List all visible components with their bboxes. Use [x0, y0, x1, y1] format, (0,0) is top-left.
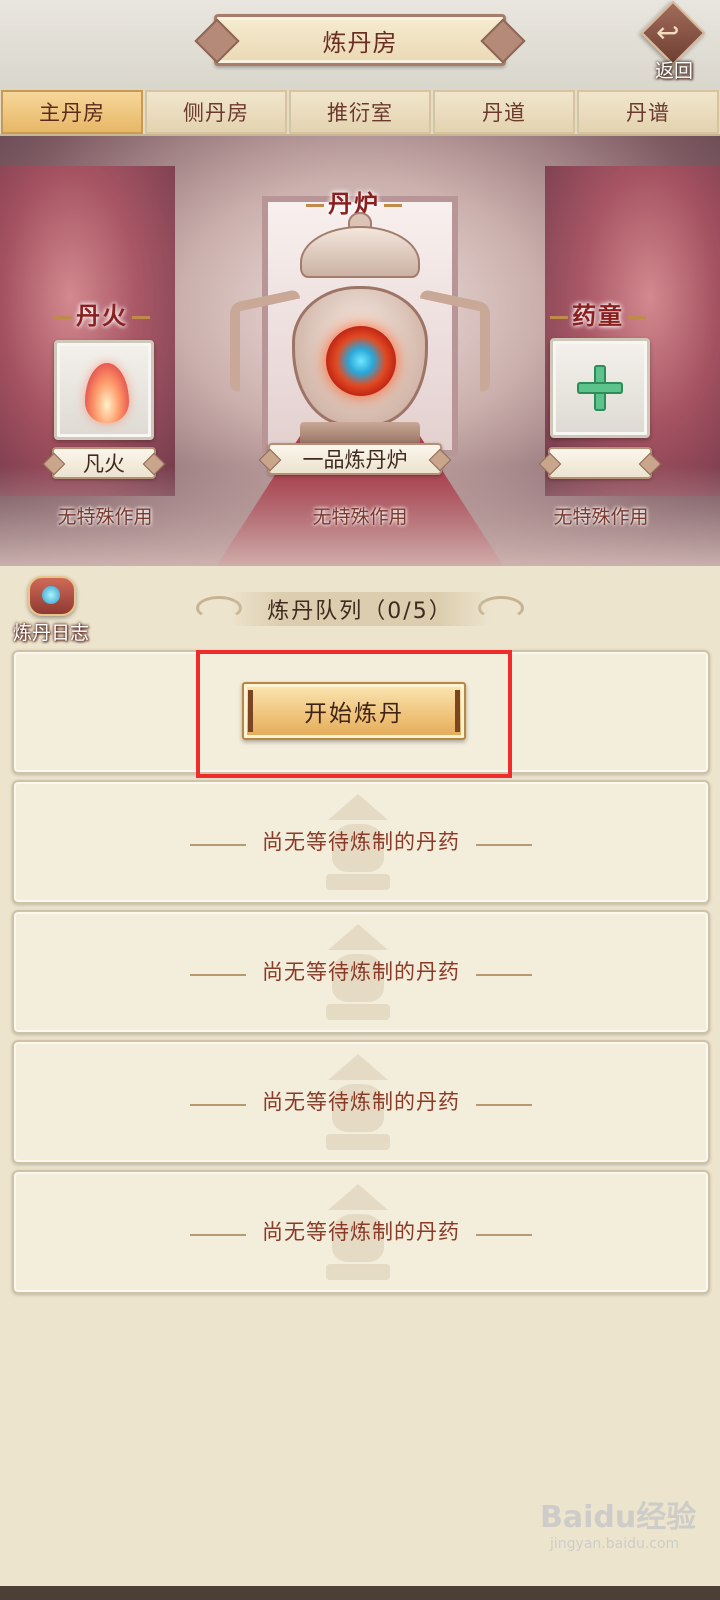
empty-slot-text: 尚无等待炼制的丹药	[262, 830, 460, 854]
tab-alchemy-dao[interactable]: 丹道	[433, 90, 575, 134]
furnace-core-orb-icon	[326, 326, 396, 396]
gem-icon	[42, 586, 60, 604]
fire-name-plate: 凡火	[52, 447, 156, 479]
tab-bar: 主丹房 侧丹房 推衍室 丹道 丹谱	[0, 90, 720, 136]
attendant-title: 药童	[546, 296, 650, 331]
furnace-right-handle	[420, 288, 490, 394]
tab-recipes[interactable]: 丹谱	[577, 90, 719, 134]
tab-main-room[interactable]: 主丹房	[1, 90, 143, 134]
queue-slot-empty: 尚无等待炼制的丹药	[12, 910, 710, 1034]
tab-deduction-room[interactable]: 推衍室	[289, 90, 431, 134]
back-button[interactable]: ↩ 返回	[638, 0, 710, 82]
plus-icon	[575, 363, 625, 413]
queue-slot-empty: 尚无等待炼制的丹药	[12, 780, 710, 904]
back-arrow-icon: ↩	[656, 16, 680, 49]
furnace-name: 一品炼丹炉	[302, 448, 408, 472]
furnace-left-handle	[230, 288, 300, 394]
tab-side-room[interactable]: 侧丹房	[145, 90, 287, 134]
alchemy-journal-button[interactable]: 炼丹日志	[4, 576, 98, 646]
queue-slot-empty: 尚无等待炼制的丹药	[12, 1170, 710, 1294]
attendant-name-plate	[548, 447, 652, 479]
fire-slot[interactable]	[54, 340, 154, 440]
baidu-url: jingyan.baidu.com	[550, 1536, 680, 1552]
back-label: 返回	[654, 60, 693, 82]
furnace-effect: 无特殊作用	[312, 506, 408, 528]
top-header: 炼丹房 ↩ 返回	[0, 0, 720, 90]
empty-slot-text: 尚无等待炼制的丹药	[262, 1090, 460, 1114]
baidu-watermark: Baidu经验 jingyan.baidu.com	[540, 1492, 710, 1552]
empty-slot-text: 尚无等待炼制的丹药	[262, 1220, 460, 1244]
title-plate: 炼丹房	[214, 14, 506, 66]
bottom-bar	[0, 1586, 720, 1600]
fire-title: 丹火	[50, 296, 154, 331]
fire-effect: 无特殊作用	[57, 506, 153, 528]
baidu-logo: Baidu经验	[540, 1500, 697, 1535]
start-alchemy-button[interactable]: 开始炼丹	[242, 682, 466, 740]
queue-slot-empty: 尚无等待炼制的丹药	[12, 1040, 710, 1164]
furnace[interactable]	[230, 212, 490, 466]
furnace-name-plate: 一品炼丹炉	[268, 443, 442, 475]
start-alchemy-label: 开始炼丹	[304, 701, 404, 727]
journal-label: 炼丹日志	[12, 622, 89, 644]
queue-header: 炼丹队列（0/5）	[230, 592, 490, 626]
empty-slot-text: 尚无等待炼制的丹药	[262, 960, 460, 984]
attendant-slot[interactable]	[550, 338, 650, 438]
queue-title: 炼丹队列（0/5）	[267, 599, 453, 624]
fire-name: 凡火	[83, 452, 125, 476]
page-title: 炼丹房	[322, 28, 398, 57]
flame-icon	[85, 363, 129, 423]
furnace-lid	[300, 226, 420, 278]
attendant-effect: 无特殊作用	[553, 506, 649, 528]
alchemy-scene: 丹火 凡火 无特殊作用 丹炉 一品炼丹炉 无特殊作用 药童 无特殊作用	[0, 136, 720, 566]
